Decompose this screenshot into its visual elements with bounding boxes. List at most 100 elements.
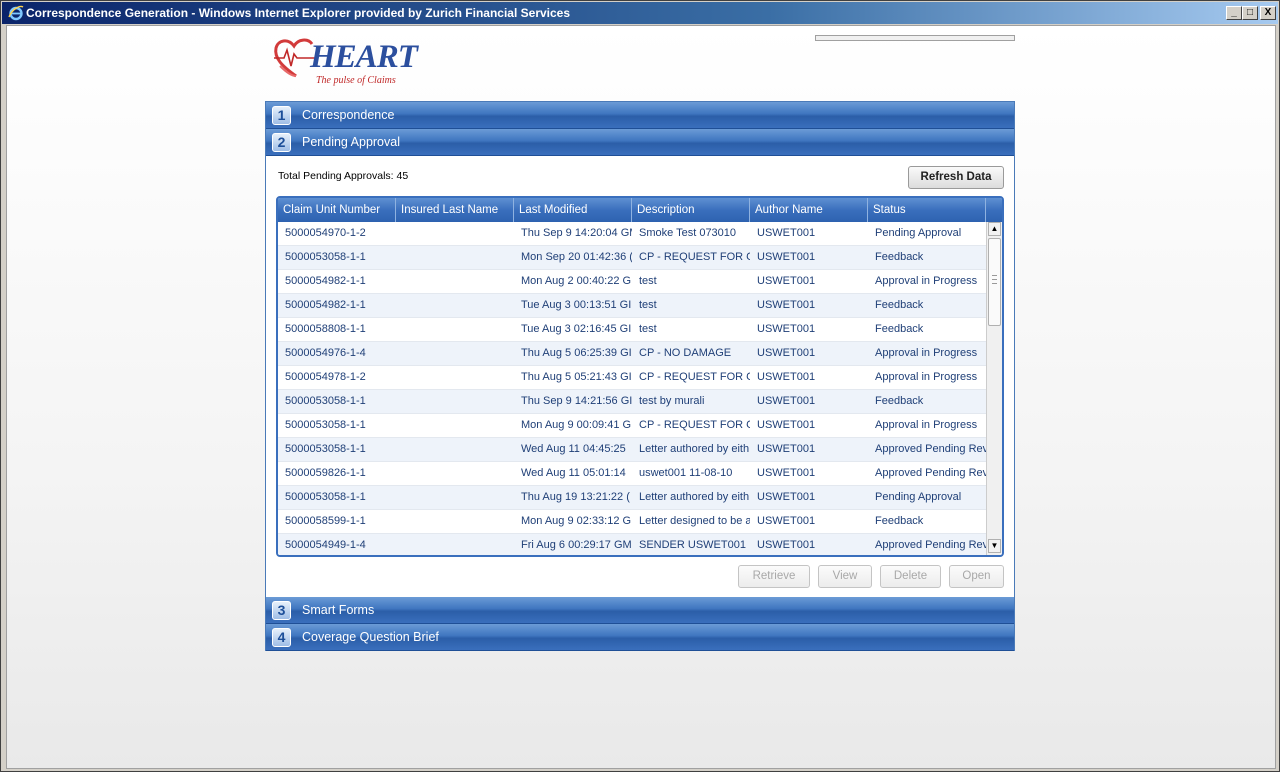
cell-status: Approved Pending Rev bbox=[875, 539, 986, 551]
cell-claim-unit-number: 5000054976-1-4 bbox=[285, 347, 366, 359]
cell-claim-unit-number: 5000058599-1-1 bbox=[285, 515, 366, 527]
cell-last-modified: Thu Aug 19 13:21:22 ( bbox=[521, 491, 630, 503]
cell-claim-unit-number: 5000053058-1-1 bbox=[285, 491, 366, 503]
cell-last-modified: Wed Aug 11 05:01:14 bbox=[521, 467, 626, 479]
cell-status: Feedback bbox=[875, 323, 924, 335]
cell-description: CP - REQUEST FOR CC bbox=[639, 371, 750, 383]
cell-description: test by murali bbox=[639, 395, 705, 407]
maximize-button[interactable]: □ bbox=[1242, 6, 1258, 20]
column-header-author-name[interactable]: Author Name bbox=[750, 198, 868, 222]
table-row[interactable]: 5000058808-1-1 Tue Aug 3 02:16:45 GI test U… bbox=[278, 318, 986, 342]
logo-word: HEART bbox=[310, 39, 418, 75]
table-row[interactable]: 5000054949-1-4 Fri Aug 6 00:29:17 GM SENDE… bbox=[278, 534, 986, 555]
cell-description: uswet001 11-08-10 bbox=[639, 467, 733, 479]
scroll-down-arrow-icon[interactable]: ▼ bbox=[988, 539, 1001, 553]
cell-author-name: USWET001 bbox=[757, 395, 816, 407]
cell-status: Approval in Progress bbox=[875, 419, 978, 431]
refresh-data-button[interactable]: Refresh Data bbox=[908, 166, 1004, 189]
scrollbar-thumb[interactable] bbox=[988, 238, 1001, 326]
cell-last-modified: Mon Aug 2 00:40:22 G bbox=[521, 275, 632, 287]
cell-status: Approval in Progress bbox=[875, 371, 978, 383]
cell-insured-last-name bbox=[396, 294, 514, 317]
cell-last-modified: Fri Aug 6 00:29:17 GM bbox=[521, 539, 632, 551]
accordion-label: Coverage Question Brief bbox=[302, 630, 439, 644]
cell-claim-unit-number: 5000053058-1-1 bbox=[285, 395, 366, 407]
retrieve-button[interactable]: Retrieve bbox=[738, 565, 810, 588]
scroll-up-arrow-icon[interactable]: ▲ bbox=[988, 222, 1001, 236]
cell-claim-unit-number: 5000053058-1-1 bbox=[285, 443, 366, 455]
cell-claim-unit-number: 5000054949-1-4 bbox=[285, 539, 366, 551]
cell-status: Feedback bbox=[875, 515, 924, 527]
cell-author-name: USWET001 bbox=[757, 539, 816, 551]
cell-author-name: USWET001 bbox=[757, 419, 816, 431]
cell-insured-last-name bbox=[396, 246, 514, 269]
cell-last-modified: Mon Sep 20 01:42:36 ( bbox=[521, 251, 632, 263]
cell-status: Feedback bbox=[875, 251, 924, 263]
cell-author-name: USWET001 bbox=[757, 371, 816, 383]
column-header-description[interactable]: Description bbox=[632, 198, 750, 222]
section-number-badge: 3 bbox=[272, 601, 291, 620]
table-row[interactable]: 5000059826-1-1 Wed Aug 11 05:01:14 uswet00… bbox=[278, 462, 986, 486]
cell-status: Approval in Progress bbox=[875, 275, 978, 287]
cell-description: Letter designed to be a bbox=[639, 515, 750, 527]
cell-last-modified: Mon Aug 9 02:33:12 G bbox=[521, 515, 632, 527]
accordion-header-pending-approval[interactable]: 2 Pending Approval bbox=[266, 129, 1014, 156]
accordion-header-coverage-question-brief[interactable]: 4 Coverage Question Brief bbox=[266, 624, 1014, 651]
accordion-label: Correspondence bbox=[302, 108, 395, 122]
table-header: Claim Unit Number Insured Last Name Last… bbox=[278, 198, 1002, 222]
cell-author-name: USWET001 bbox=[757, 299, 816, 311]
cell-insured-last-name bbox=[396, 486, 514, 509]
title-bar: Correspondence Generation - Windows Inte… bbox=[2, 2, 1278, 24]
cell-description: Smoke Test 073010 bbox=[639, 227, 737, 239]
cell-last-modified: Thu Sep 9 14:20:04 GM bbox=[521, 227, 632, 239]
scrollbar-grip-line bbox=[992, 279, 997, 280]
cell-claim-unit-number: 5000053058-1-1 bbox=[285, 251, 366, 263]
column-header-insured-last-name[interactable]: Insured Last Name bbox=[396, 198, 514, 222]
cell-insured-last-name bbox=[396, 462, 514, 485]
view-button[interactable]: View bbox=[818, 565, 872, 588]
delete-button[interactable]: Delete bbox=[880, 565, 941, 588]
minimize-button[interactable]: _ bbox=[1226, 6, 1242, 20]
open-button[interactable]: Open bbox=[949, 565, 1004, 588]
cell-author-name: USWET001 bbox=[757, 515, 816, 527]
table-vertical-scrollbar[interactable]: ▲ ▼ bbox=[986, 222, 1002, 555]
table-row[interactable]: 5000053058-1-1 Thu Sep 9 14:21:56 GI test … bbox=[278, 390, 986, 414]
loading-progress-bar bbox=[815, 35, 1015, 41]
total-pending-count: Total Pending Approvals: 45 bbox=[278, 170, 409, 182]
cell-author-name: USWET001 bbox=[757, 323, 816, 335]
cell-insured-last-name bbox=[396, 270, 514, 293]
table-row[interactable]: 5000054982-1-1 Mon Aug 2 00:40:22 G test US… bbox=[278, 270, 986, 294]
header-scroll-spacer bbox=[986, 198, 1002, 222]
cell-insured-last-name bbox=[396, 510, 514, 533]
cell-author-name: USWET001 bbox=[757, 251, 816, 263]
table-row[interactable]: 5000054978-1-2 Thu Aug 5 05:21:43 GI CP - … bbox=[278, 366, 986, 390]
cell-insured-last-name bbox=[396, 342, 514, 365]
table-row[interactable]: 5000054982-1-1 Tue Aug 3 00:13:51 GI test U… bbox=[278, 294, 986, 318]
cell-status: Approved Pending Rev bbox=[875, 443, 986, 455]
cell-description: test bbox=[639, 299, 657, 311]
table-row[interactable]: 5000054976-1-4 Thu Aug 5 06:25:39 GI CP - … bbox=[278, 342, 986, 366]
close-button[interactable]: X bbox=[1260, 6, 1276, 20]
cell-claim-unit-number: 5000054982-1-1 bbox=[285, 275, 366, 287]
cell-last-modified: Wed Aug 11 04:45:25 bbox=[521, 443, 626, 455]
table-row[interactable]: 5000053058-1-1 Mon Sep 20 01:42:36 (CP - … bbox=[278, 246, 986, 270]
table-row[interactable]: 5000054970-1-2 Thu Sep 9 14:20:04 GM Smoke… bbox=[278, 222, 986, 246]
cell-insured-last-name bbox=[396, 318, 514, 341]
cell-last-modified: Thu Aug 5 05:21:43 GI bbox=[521, 371, 632, 383]
section-number-badge: 2 bbox=[272, 133, 291, 152]
table-row[interactable]: 5000053058-1-1 Mon Aug 9 00:09:41 G CP - R… bbox=[278, 414, 986, 438]
cell-claim-unit-number: 5000053058-1-1 bbox=[285, 419, 366, 431]
table-row[interactable]: 5000053058-1-1 Thu Aug 19 13:21:22 (Lette… bbox=[278, 486, 986, 510]
cell-author-name: USWET001 bbox=[757, 491, 816, 503]
accordion-header-smart-forms[interactable]: 3 Smart Forms bbox=[266, 597, 1014, 624]
accordion-header-correspondence[interactable]: 1 Correspondence bbox=[266, 102, 1014, 129]
cell-insured-last-name bbox=[396, 366, 514, 389]
column-header-last-modified[interactable]: Last Modified bbox=[514, 198, 632, 222]
heart-logo: HEART The pulse of Claims bbox=[270, 36, 420, 88]
column-header-claim-unit-number[interactable]: Claim Unit Number bbox=[278, 198, 396, 222]
column-header-status[interactable]: Status bbox=[868, 198, 986, 222]
cell-status: Feedback bbox=[875, 299, 924, 311]
cell-insured-last-name bbox=[396, 390, 514, 413]
table-row[interactable]: 5000058599-1-1 Mon Aug 9 02:33:12 G Letter… bbox=[278, 510, 986, 534]
table-row[interactable]: 5000053058-1-1 Wed Aug 11 04:45:25 Letter … bbox=[278, 438, 986, 462]
